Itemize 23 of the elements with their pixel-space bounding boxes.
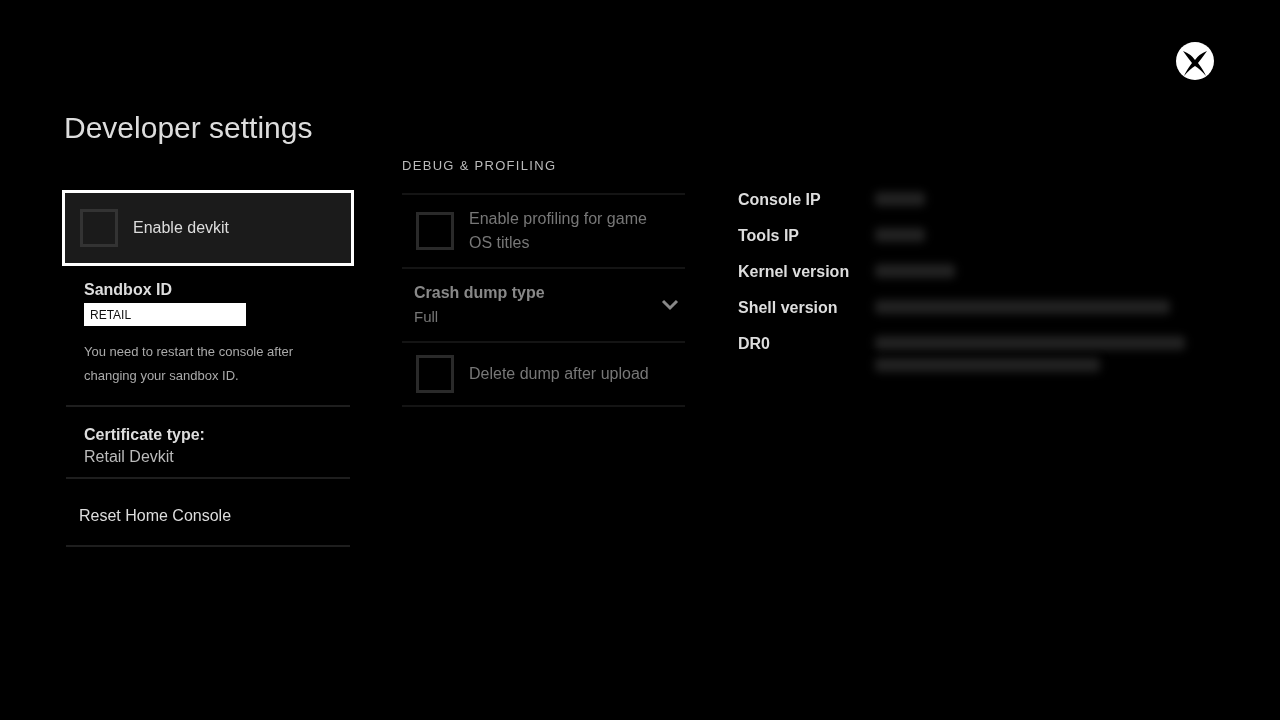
option-label: Enable profiling for game OS titles xyxy=(469,209,648,253)
field-label: Sandbox ID xyxy=(84,280,173,300)
chevron-down-icon xyxy=(661,299,679,311)
page-title: Developer settings xyxy=(64,110,313,146)
enable-devkit-button[interactable]: Enable devkit xyxy=(62,190,354,266)
dropdown-label: Crash dump type xyxy=(414,283,545,303)
info-label: DR0 xyxy=(738,334,771,354)
info-label: Console IP xyxy=(738,190,822,210)
hint-text: You need to restart the console after changing your sandbox ID. xyxy=(84,343,295,385)
info-label: Tools IP xyxy=(738,226,801,246)
option-label: Delete dump after upload xyxy=(469,364,650,384)
xbox-logo-icon xyxy=(1176,42,1214,80)
checkbox[interactable] xyxy=(80,209,118,247)
blurred-value xyxy=(875,228,925,242)
sandbox-id-field[interactable]: RETAIL xyxy=(84,303,246,326)
field-value: Retail Devkit xyxy=(84,447,175,467)
field-label: Certificate type: xyxy=(84,425,206,445)
info-label: Shell version xyxy=(738,298,839,318)
info-label: Kernel version xyxy=(738,262,851,282)
reset-console-button[interactable]: Reset Home Console xyxy=(66,479,350,547)
dropdown-value: Full xyxy=(414,307,440,327)
section-heading: DEBUG & PROFILING xyxy=(402,158,558,175)
blurred-value xyxy=(875,192,925,206)
